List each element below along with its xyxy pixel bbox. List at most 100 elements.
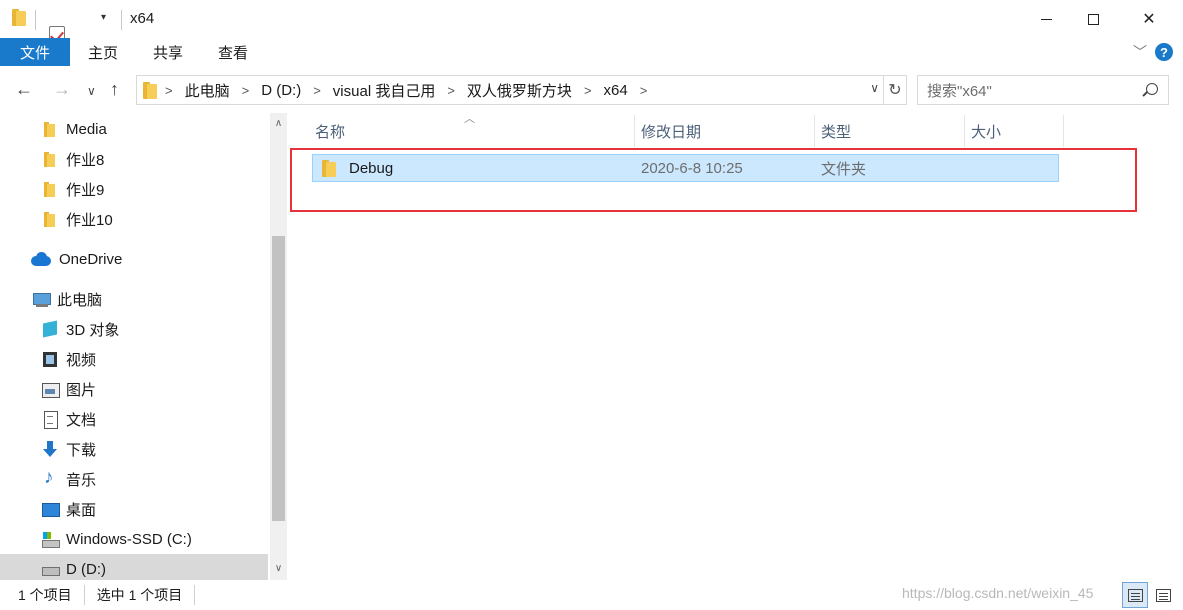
- column-header-type[interactable]: 类型: [794, 117, 944, 145]
- back-button[interactable]: ←: [15, 79, 33, 100]
- toolbar-divider: [35, 10, 36, 30]
- status-bar: 1 个项目 选中 1 个项目 https://blog.csdn.net/wei…: [0, 580, 1183, 610]
- toolbar-divider: [121, 10, 122, 30]
- refresh-icon: ↻: [888, 82, 902, 99]
- column-header-label: 类型: [821, 123, 852, 141]
- chevron-right-icon[interactable]: >: [584, 83, 592, 98]
- chevron-right-icon[interactable]: >: [640, 83, 648, 98]
- nav-item-label: 桌面: [66, 501, 97, 519]
- breadcrumb-this-pc[interactable]: 此电脑: [185, 80, 230, 101]
- recent-locations-icon[interactable]: ∨: [87, 84, 96, 98]
- forward-button[interactable]: →: [53, 79, 71, 100]
- this-pc-icon: [33, 291, 51, 307]
- tab-view[interactable]: 查看: [204, 38, 262, 66]
- folder-icon: [42, 181, 58, 197]
- selection-count: 选中 1 个项目: [96, 587, 183, 603]
- folder-icon: [42, 211, 58, 227]
- nav-item-onedrive[interactable]: OneDrive: [0, 244, 268, 274]
- search-input[interactable]: 搜索"x64": [917, 75, 1169, 105]
- file-list: ︿ 名称 修改日期 类型 大小 Debug 2020-6-8 10:25 文件夹: [288, 113, 1183, 580]
- nav-item-label: 此电脑: [57, 291, 103, 309]
- status-divider: [194, 585, 196, 605]
- pictures-icon: [42, 381, 60, 398]
- drive-icon: [42, 561, 60, 577]
- breadcrumb-tetris[interactable]: 双人俄罗斯方块: [467, 80, 572, 101]
- 3d-objects-icon: [42, 321, 58, 337]
- search-icon[interactable]: [1146, 83, 1158, 95]
- column-header-size[interactable]: 大小: [944, 117, 1044, 145]
- nav-pane-scrollbar[interactable]: ∧ ∨: [270, 113, 287, 580]
- maximize-button[interactable]: [1070, 0, 1116, 38]
- scroll-up-icon[interactable]: ∧: [270, 115, 287, 132]
- folder-icon: [42, 121, 58, 137]
- scrollbar-thumb[interactable]: [272, 236, 285, 521]
- refresh-button[interactable]: ↻: [884, 75, 907, 105]
- windows-drive-icon: [42, 531, 60, 548]
- title-bar: ▾ x64 ✕: [0, 0, 1183, 61]
- nav-item-3d-objects[interactable]: 3D 对象: [0, 314, 268, 344]
- nav-item-downloads[interactable]: 下载: [0, 434, 268, 464]
- help-button[interactable]: ?: [1155, 43, 1173, 61]
- details-view-icon: [1127, 588, 1143, 602]
- chevron-right-icon[interactable]: >: [447, 83, 455, 98]
- nav-item-label: Windows-SSD (C:): [66, 530, 192, 548]
- tab-home[interactable]: 主页: [74, 38, 132, 66]
- column-divider[interactable]: [1063, 115, 1064, 147]
- minimize-button[interactable]: [1023, 0, 1069, 38]
- nav-item-label: 图片: [66, 381, 97, 399]
- nav-item-label: 作业9: [66, 181, 105, 199]
- nav-item-music[interactable]: 音乐: [0, 464, 268, 494]
- breadcrumb-visual[interactable]: visual 我自己用: [333, 80, 436, 101]
- nav-item-label: 作业8: [66, 151, 105, 169]
- tab-share[interactable]: 共享: [139, 38, 197, 66]
- nav-item-homework9[interactable]: 作业9: [0, 174, 268, 204]
- video-icon: [42, 351, 58, 367]
- address-history-dropdown[interactable]: ∨: [870, 81, 879, 95]
- navigation-pane: Media 作业8 作业9 作业10 OneDrive 此电脑 3D 对象 视频…: [0, 113, 270, 584]
- column-header-name[interactable]: 名称: [288, 117, 634, 145]
- nav-item-this-pc[interactable]: 此电脑: [0, 284, 268, 314]
- scroll-down-icon[interactable]: ∨: [270, 560, 287, 577]
- folder-icon: [12, 9, 26, 26]
- nav-item-label: 音乐: [66, 471, 97, 489]
- nav-item-label: 视频: [66, 351, 97, 369]
- nav-item-videos[interactable]: 视频: [0, 344, 268, 374]
- large-icons-view-button[interactable]: [1150, 582, 1176, 608]
- music-icon: [42, 467, 58, 489]
- watermark: https://blog.csdn.net/weixin_45: [902, 585, 1094, 601]
- nav-item-documents[interactable]: 文档: [0, 404, 268, 434]
- nav-item-label: OneDrive: [59, 250, 123, 268]
- nav-item-label: 3D 对象: [66, 321, 120, 339]
- large-icons-view-icon: [1155, 588, 1171, 602]
- item-count: 1 个项目: [18, 587, 72, 603]
- status-divider: [83, 585, 85, 605]
- annotation-highlight: [290, 148, 1137, 212]
- nav-item-homework10[interactable]: 作业10: [0, 204, 268, 234]
- nav-item-pictures[interactable]: 图片: [0, 374, 268, 404]
- nav-item-desktop[interactable]: 桌面: [0, 494, 268, 524]
- window-title: x64: [130, 10, 155, 27]
- breadcrumb-d-drive[interactable]: D (D:): [261, 82, 301, 99]
- tab-file[interactable]: 文件: [0, 38, 70, 66]
- nav-item-label: D (D:): [66, 560, 106, 578]
- column-header-label: 修改日期: [641, 123, 702, 141]
- details-view-button[interactable]: [1122, 582, 1148, 608]
- documents-icon: [42, 411, 58, 429]
- address-bar[interactable]: > 此电脑 > D (D:) > visual 我自己用 > 双人俄罗斯方块 >…: [136, 75, 884, 105]
- minimize-icon: [1040, 18, 1052, 20]
- chevron-right-icon[interactable]: >: [165, 83, 173, 98]
- nav-item-windows-ssd[interactable]: Windows-SSD (C:): [0, 524, 268, 554]
- chevron-down-icon[interactable]: ﹀: [1133, 42, 1147, 62]
- maximize-icon: [1087, 13, 1099, 25]
- nav-item-media[interactable]: Media: [0, 114, 268, 144]
- close-button[interactable]: ✕: [1126, 0, 1172, 38]
- chevron-right-icon[interactable]: >: [242, 83, 250, 98]
- nav-item-homework8[interactable]: 作业8: [0, 144, 268, 174]
- up-button[interactable]: ↑: [110, 79, 119, 100]
- chevron-right-icon[interactable]: >: [313, 83, 321, 98]
- breadcrumb-x64[interactable]: x64: [604, 82, 628, 99]
- customize-toolbar-icon[interactable]: ▾: [101, 12, 106, 23]
- column-header-date[interactable]: 修改日期: [614, 117, 794, 145]
- nav-item-label: 文档: [66, 411, 97, 429]
- folder-icon: [42, 151, 58, 167]
